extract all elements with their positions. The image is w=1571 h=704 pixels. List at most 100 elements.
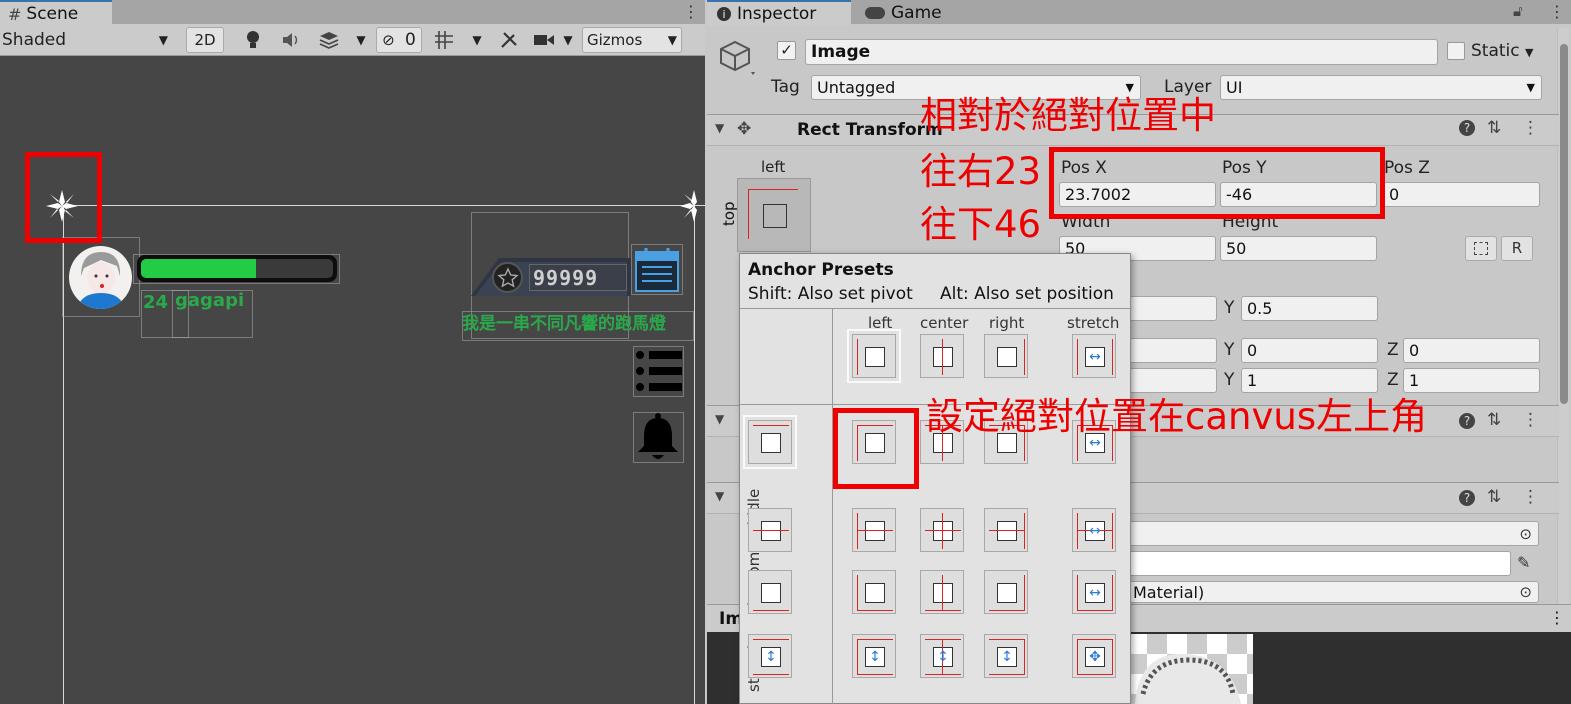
pivot-x-field[interactable]: [1127, 296, 1217, 321]
anchor-preset-middle-right[interactable]: [984, 508, 1028, 552]
camera-dropdown[interactable]: ▼: [558, 27, 578, 53]
tab-inspector[interactable]: i Inspector: [707, 0, 851, 26]
scrollbar-thumb[interactable]: [1560, 44, 1568, 404]
audio-icon[interactable]: [278, 27, 304, 53]
anchor-preset-stretch-stretch[interactable]: ✥: [1072, 634, 1116, 678]
active-checkbox[interactable]: ✓: [777, 41, 796, 60]
chevron-down-icon: ▼: [158, 33, 168, 47]
anchor-line: [753, 639, 789, 640]
height-field[interactable]: 50: [1220, 236, 1377, 261]
object-picker-icon[interactable]: ⊙: [1519, 583, 1532, 601]
anchor-preset-bottom-right[interactable]: [984, 570, 1028, 614]
tab-game[interactable]: Game: [855, 0, 965, 26]
anchor-preset-middle-center[interactable]: [920, 508, 964, 552]
more-menu-icon[interactable]: ⋮: [1522, 487, 1539, 507]
visibility-toggle[interactable]: ⊘ 0: [376, 27, 422, 53]
scale-z-field[interactable]: 1: [1403, 368, 1540, 393]
static-checkbox[interactable]: [1447, 42, 1465, 60]
list-icon[interactable]: [634, 348, 682, 394]
tools-icon[interactable]: [494, 27, 524, 53]
2d-label: 2D: [194, 31, 216, 49]
more-menu-icon[interactable]: ⋮: [1549, 608, 1565, 627]
rotation-z-field[interactable]: 0: [1403, 338, 1540, 363]
anchor-preset-bottom-none[interactable]: [748, 570, 792, 614]
more-menu-icon[interactable]: ⋮: [1522, 118, 1539, 138]
anchor-line: [1077, 513, 1078, 549]
tab-scene[interactable]: # Scene: [0, 0, 112, 26]
anchor-line: [1024, 339, 1025, 375]
effects-icon[interactable]: [314, 27, 344, 53]
rotation-y-label: Y: [1224, 340, 1235, 360]
color-field[interactable]: [1127, 551, 1511, 576]
light-bulb-icon[interactable]: [240, 27, 266, 53]
eyedropper-icon[interactable]: ✎: [1517, 553, 1530, 572]
stretch-arrow-icon: ↔: [1089, 585, 1101, 601]
col-header-stretch: stretch: [1067, 314, 1120, 332]
anchor-preset-middle-none[interactable]: [748, 508, 792, 552]
raw-edit-button[interactable]: R: [1501, 236, 1533, 261]
pos-z-field[interactable]: 0: [1383, 182, 1540, 207]
object-picker-icon[interactable]: ⊙: [1519, 525, 1532, 543]
scene-viewport[interactable]: 24 gagapi 99999 我是一串不同凡響的跑馬燈: [0, 56, 705, 704]
effects-dropdown[interactable]: ▼: [350, 27, 372, 53]
anchor-line: [857, 513, 858, 549]
anchor-preset-stretch-left[interactable]: ↕: [852, 634, 896, 678]
anchor-preset-middle-left[interactable]: [852, 508, 896, 552]
material-field[interactable]: Material) ⊙: [1127, 581, 1539, 603]
anchor-preset-bottom-center[interactable]: [920, 570, 964, 614]
shading-mode-dropdown[interactable]: Shaded ▼: [2, 27, 174, 53]
anchor-horizontal-label: left: [761, 158, 786, 176]
grid-dropdown[interactable]: ▼: [466, 27, 488, 53]
more-menu-icon[interactable]: ⋮: [1549, 2, 1565, 21]
help-icon[interactable]: ?: [1459, 413, 1475, 429]
anchor-preset-bottom-stretch[interactable]: ↔: [1072, 570, 1116, 614]
anchor-line: [857, 639, 893, 640]
anchor-preset-stretch-right[interactable]: ↕: [984, 634, 1028, 678]
help-icon[interactable]: ?: [1459, 120, 1475, 136]
anchor-line: [1077, 575, 1078, 611]
anchor-line: [989, 610, 1025, 611]
anchor-line: [1077, 639, 1113, 640]
lock-icon[interactable]: 🔓︎: [1513, 2, 1523, 20]
anchor-preset-none-right[interactable]: [984, 334, 1028, 378]
anchor-preset-none-stretch[interactable]: ↔: [1072, 334, 1116, 378]
health-bar-fill: [141, 259, 257, 278]
bell-icon[interactable]: [634, 412, 682, 462]
avatar[interactable]: [69, 246, 132, 309]
anchor-preset-stretch-center[interactable]: ↕: [920, 634, 964, 678]
stretch-arrow-icon: ↕: [937, 649, 949, 665]
object-name-field[interactable]: Image: [805, 39, 1438, 65]
camera-icon[interactable]: [530, 27, 558, 53]
health-bar-track: [141, 259, 333, 278]
more-menu-icon[interactable]: ⋮: [683, 2, 699, 21]
more-menu-icon[interactable]: ⋮: [1522, 410, 1539, 430]
settings-sliders-icon[interactable]: ⇅: [1487, 118, 1501, 138]
2d-toggle-button[interactable]: 2D: [186, 27, 224, 53]
blueprint-mode-icon[interactable]: [1465, 236, 1497, 261]
anchor-preset-top-none[interactable]: [743, 415, 797, 469]
source-image-field[interactable]: ⊙: [1127, 521, 1539, 546]
star-icon: [492, 262, 523, 293]
scene-toolbar: Shaded ▼ 2D ▼ ⊘ 0 ▼ ▼ Gizmos ▼: [0, 24, 705, 56]
anchor-preset-middle-stretch[interactable]: ↔: [1072, 508, 1116, 552]
anchor-line: [1077, 610, 1113, 611]
anchor-preset-none-center[interactable]: [920, 334, 964, 378]
scale-y-field[interactable]: 1: [1241, 368, 1378, 393]
scale-x-field[interactable]: [1127, 368, 1217, 393]
layer-dropdown[interactable]: UI ▼: [1220, 75, 1542, 100]
anchor-line: [925, 639, 961, 640]
settings-sliders-icon[interactable]: ⇅: [1487, 487, 1501, 507]
anchor-preset-button[interactable]: [737, 178, 811, 252]
pivot-y-field[interactable]: 0.5: [1241, 296, 1378, 321]
help-icon[interactable]: ?: [1459, 490, 1475, 506]
anchor-preset-none-left[interactable]: [847, 329, 901, 383]
grid-snap-icon[interactable]: [430, 27, 458, 53]
static-label[interactable]: Static ▼: [1471, 41, 1533, 61]
calendar-icon[interactable]: [634, 247, 680, 293]
anchor-preset-stretch-none[interactable]: ↕: [748, 634, 792, 678]
anchor-preset-bottom-left[interactable]: [852, 570, 896, 614]
rotation-y-field[interactable]: 0: [1241, 338, 1378, 363]
gizmos-dropdown[interactable]: Gizmos ▼: [582, 27, 682, 53]
rotation-x-field[interactable]: [1127, 338, 1217, 363]
settings-sliders-icon[interactable]: ⇅: [1487, 410, 1501, 430]
